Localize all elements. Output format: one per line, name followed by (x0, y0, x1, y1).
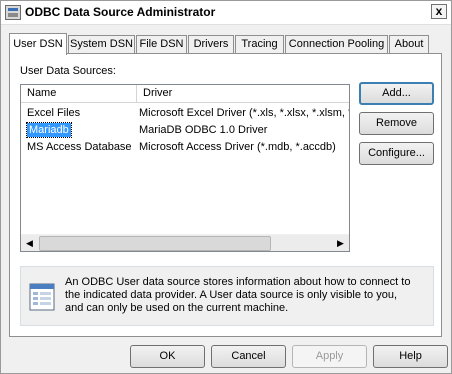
tab-strip: User DSN System DSN File DSN Drivers Tra… (9, 33, 449, 55)
configure-button[interactable]: Configure... (359, 142, 434, 165)
list-row[interactable]: MS Access Database Microsoft Access Driv… (21, 139, 349, 156)
row-name: MS Access Database (27, 141, 132, 153)
row-name: Mariadb (24, 122, 134, 139)
data-sources-list[interactable]: Name Driver Excel Files Microsoft Excel … (20, 84, 350, 252)
remove-button[interactable]: Remove (359, 112, 434, 135)
window-title: ODBC Data Source Administrator (25, 5, 216, 19)
tab-file-dsn[interactable]: File DSN (136, 35, 187, 53)
help-button[interactable]: Help (373, 345, 448, 368)
list-header: Name Driver (21, 85, 349, 103)
tab-about[interactable]: About (389, 35, 429, 53)
row-name: Excel Files (27, 107, 81, 119)
scroll-left-icon[interactable]: ◀ (21, 235, 38, 252)
list-row-selected[interactable]: Mariadb MariaDB ODBC 1.0 Driver (21, 122, 349, 139)
odbc-admin-window: ODBC Data Source Administrator x User DS… (0, 0, 452, 374)
tab-tracing[interactable]: Tracing (235, 35, 284, 53)
cancel-button[interactable]: Cancel (211, 345, 286, 368)
data-source-icon (29, 283, 55, 311)
tab-user-dsn[interactable]: User DSN (9, 33, 67, 55)
list-row[interactable]: Excel Files Microsoft Excel Driver (*.xl… (21, 105, 349, 122)
column-header-name[interactable]: Name (21, 85, 137, 103)
horizontal-scrollbar[interactable]: ◀ ▶ (21, 234, 349, 251)
scrollbar-thumb[interactable] (39, 236, 271, 251)
info-box: An ODBC User data source stores informat… (20, 266, 434, 326)
row-driver: MariaDB ODBC 1.0 Driver (139, 124, 268, 136)
info-line: An ODBC User data source stores informat… (65, 276, 411, 288)
row-driver: Microsoft Excel Driver (*.xls, *.xlsx, *… (139, 107, 349, 119)
selected-row-name: Mariadb (26, 122, 72, 138)
row-driver: Microsoft Access Driver (*.mdb, *.accdb) (139, 141, 336, 153)
user-dsn-panel: User Data Sources: Name Driver Excel Fil… (9, 53, 442, 337)
scroll-right-icon[interactable]: ▶ (332, 235, 349, 252)
info-description: An ODBC User data source stores informat… (65, 276, 427, 315)
column-header-driver[interactable]: Driver (137, 85, 349, 103)
odbc-app-icon (5, 5, 21, 20)
title-bar: ODBC Data Source Administrator x (1, 1, 451, 25)
info-line: and can only be used on the current mach… (65, 302, 289, 314)
ok-button[interactable]: OK (130, 345, 205, 368)
apply-button[interactable]: Apply (292, 345, 367, 368)
tab-system-dsn[interactable]: System DSN (68, 35, 135, 53)
add-button[interactable]: Add... (359, 82, 434, 105)
user-data-sources-label: User Data Sources: (20, 65, 116, 77)
info-line: the indicated data provider. A User data… (65, 289, 398, 301)
tab-connection-pooling[interactable]: Connection Pooling (285, 35, 388, 53)
tab-drivers[interactable]: Drivers (188, 35, 234, 53)
close-button[interactable]: x (431, 4, 447, 19)
